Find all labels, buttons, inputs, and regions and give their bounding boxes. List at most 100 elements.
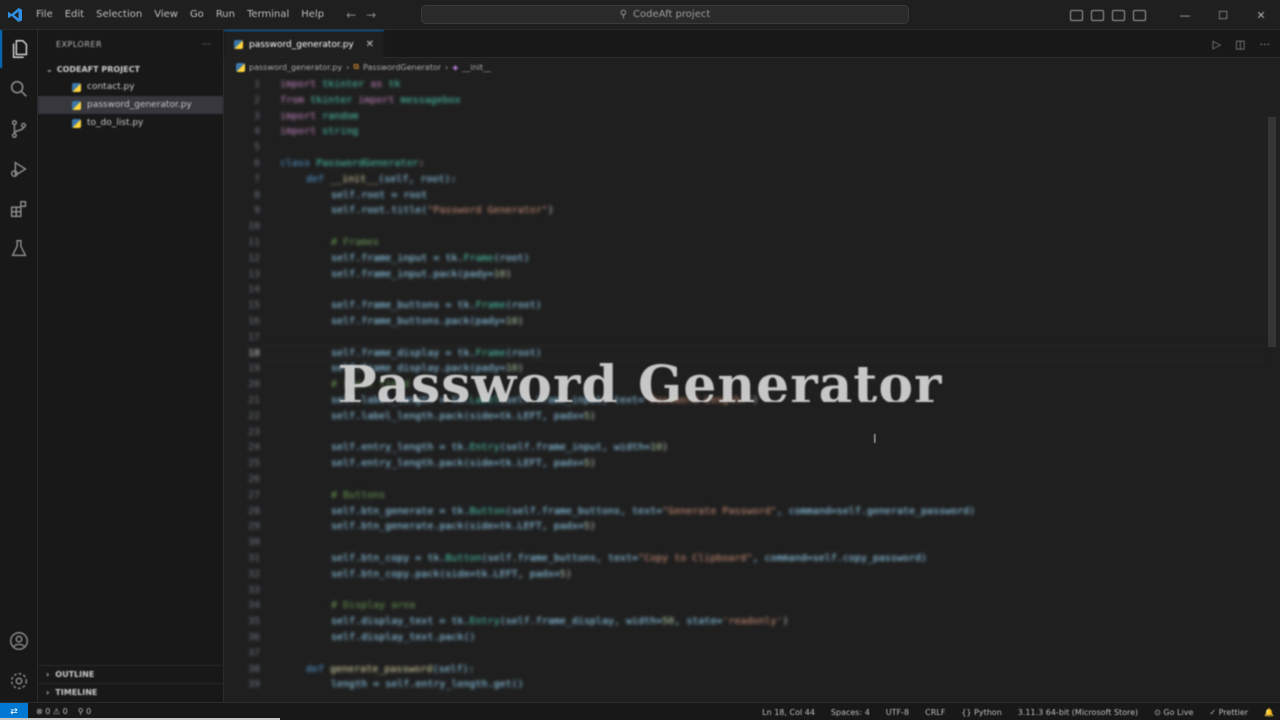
breadcrumb: password_generator.py › ⧉ PasswordGenera… bbox=[224, 58, 1280, 76]
chevron-right-icon: › bbox=[46, 670, 50, 679]
line-number: 33 bbox=[247, 584, 260, 596]
line-number: 32 bbox=[247, 568, 260, 580]
outline-section[interactable]: › OUTLINE bbox=[38, 665, 224, 683]
customize-layout-icon[interactable] bbox=[1133, 9, 1146, 21]
line-number: 28 bbox=[247, 505, 260, 517]
python-file-icon bbox=[72, 100, 81, 110]
menu-terminal[interactable]: Terminal bbox=[241, 0, 295, 30]
end-of-line[interactable]: CRLF bbox=[925, 708, 945, 717]
manage-gear-icon[interactable] bbox=[0, 662, 38, 700]
more-actions-icon[interactable]: ··· bbox=[1260, 38, 1271, 51]
run-python-file-icon[interactable]: ▷ bbox=[1213, 38, 1221, 51]
menu-file[interactable]: File bbox=[30, 0, 59, 30]
explorer-sidebar: EXPLORER ··· ⌄ CODEAFT PROJECT contact.p… bbox=[38, 30, 224, 702]
problems-indicator[interactable]: ⊗ 0 ⚠ 0 bbox=[36, 707, 68, 716]
line-number: 35 bbox=[247, 616, 260, 628]
source-control-icon[interactable] bbox=[0, 110, 38, 148]
run-and-debug-icon[interactable] bbox=[0, 150, 38, 188]
menu-help[interactable]: Help bbox=[295, 0, 330, 30]
notifications-bell-icon[interactable]: 🔔 bbox=[1264, 708, 1274, 717]
status-bar: ⇄ ⊗ 0 ⚠ 0 ⚲ 0 Ln 18, Col 44 Spaces: 4 UT… bbox=[0, 702, 1280, 720]
line-number: 25 bbox=[247, 458, 260, 470]
code-line: 15 self.frame_buttons = tk.Frame(root) bbox=[224, 298, 1264, 314]
search-icon: ⚲ bbox=[619, 9, 628, 20]
toggle-primary-sidebar-icon[interactable] bbox=[1070, 9, 1083, 21]
menu-view[interactable]: View bbox=[148, 0, 184, 30]
encoding[interactable]: UTF-8 bbox=[886, 708, 909, 717]
close-tab-icon[interactable]: ✕ bbox=[366, 39, 374, 50]
go-live-button[interactable]: ⊙ Go Live bbox=[1154, 708, 1193, 717]
chevron-down-icon: ⌄ bbox=[46, 64, 53, 74]
breadcrumb-file[interactable]: password_generator.py bbox=[249, 63, 342, 72]
line-number: 17 bbox=[247, 331, 260, 343]
explorer-icon[interactable] bbox=[0, 30, 38, 68]
line-number: 11 bbox=[247, 237, 260, 248]
menu-go[interactable]: Go bbox=[184, 0, 210, 30]
split-editor-icon[interactable]: ◫ bbox=[1235, 38, 1245, 51]
code-line: 5 bbox=[224, 140, 1264, 156]
forward-arrow-icon[interactable]: → bbox=[366, 8, 376, 22]
python-file-icon bbox=[72, 118, 81, 128]
code-line: 39 length = self.entry_length.get() bbox=[224, 677, 1264, 693]
breadcrumb-class[interactable]: PasswordGenerator bbox=[363, 63, 441, 72]
line-number: 31 bbox=[247, 553, 260, 564]
breadcrumb-method[interactable]: __init__ bbox=[462, 63, 491, 72]
menu-run[interactable]: Run bbox=[210, 0, 241, 30]
vscode-logo-icon bbox=[0, 0, 30, 30]
project-folder[interactable]: ⌄ CODEAFT PROJECT bbox=[38, 60, 223, 78]
minimize-icon[interactable]: — bbox=[1166, 9, 1204, 22]
account-icon[interactable] bbox=[0, 622, 38, 660]
code-line: 17 bbox=[224, 330, 1264, 346]
code-line: 16 self.frame_buttons.pack(pady=10) bbox=[224, 314, 1264, 330]
python-interpreter[interactable]: 3.11.3 64-bit (Microsoft Store) bbox=[1018, 708, 1138, 717]
prettier-status[interactable]: ✓ Prettier bbox=[1209, 708, 1248, 717]
maximize-icon[interactable]: ☐ bbox=[1204, 9, 1242, 22]
close-window-icon[interactable]: ✕ bbox=[1242, 9, 1280, 22]
line-number: 4 bbox=[253, 126, 260, 138]
more-actions-icon[interactable]: ··· bbox=[202, 40, 211, 49]
language-mode[interactable]: {} Python bbox=[961, 708, 1001, 717]
file-item-selected[interactable]: password_generator.py bbox=[38, 96, 223, 114]
file-item[interactable]: to_do_list.py bbox=[38, 114, 223, 132]
code-line: 24 self.entry_length = tk.Entry(self.fram… bbox=[224, 440, 1264, 456]
explorer-title: EXPLORER bbox=[56, 39, 102, 49]
chevron-right-icon: › bbox=[346, 62, 350, 72]
toggle-secondary-sidebar-icon[interactable] bbox=[1112, 9, 1125, 21]
code-line: 38 def generate_password(self): bbox=[224, 662, 1264, 678]
extensions-icon[interactable] bbox=[0, 190, 38, 228]
indentation[interactable]: Spaces: 4 bbox=[831, 708, 870, 717]
line-number: 34 bbox=[247, 600, 260, 612]
line-number: 24 bbox=[247, 442, 260, 454]
line-number: 30 bbox=[247, 537, 260, 549]
toggle-panel-icon[interactable] bbox=[1091, 9, 1104, 21]
code-line: 2 from tkinter import messagebox bbox=[224, 93, 1264, 109]
line-number: 5 bbox=[253, 142, 260, 154]
menu-edit[interactable]: Edit bbox=[59, 0, 90, 30]
navigation-arrows: ← → bbox=[346, 8, 376, 22]
code-line: 8 self.root = root bbox=[224, 188, 1264, 204]
code-line: 6 class PasswordGenerator: bbox=[224, 156, 1264, 172]
timeline-section[interactable]: › TIMELINE bbox=[38, 683, 224, 701]
code-line: 7 def __init__(self, root): bbox=[224, 172, 1264, 188]
command-center[interactable]: ⚲ CodeAft project bbox=[421, 5, 909, 24]
tab-password-generator[interactable]: password_generator.py ✕ bbox=[224, 30, 384, 58]
menu-selection[interactable]: Selection bbox=[90, 0, 148, 30]
scrollbar-thumb[interactable] bbox=[1268, 117, 1276, 347]
command-center-label: CodeAft project bbox=[633, 9, 711, 20]
code-line: 4 import string bbox=[224, 124, 1264, 140]
line-number: 15 bbox=[247, 300, 260, 312]
line-number: 3 bbox=[253, 110, 260, 122]
cursor-position[interactable]: Ln 18, Col 44 bbox=[762, 708, 815, 717]
code-line: 33 bbox=[224, 583, 1264, 599]
testing-icon[interactable] bbox=[0, 230, 38, 268]
line-number: 12 bbox=[247, 252, 260, 264]
line-number: 6 bbox=[253, 158, 260, 169]
ports-indicator[interactable]: ⚲ 0 bbox=[78, 707, 92, 716]
file-item[interactable]: contact.py bbox=[38, 78, 223, 96]
vertical-scrollbar[interactable] bbox=[1266, 77, 1278, 702]
back-arrow-icon[interactable]: ← bbox=[346, 8, 356, 22]
search-icon[interactable] bbox=[0, 70, 38, 108]
code-line: 28 self.btn_generate = tk.Button(self.fra… bbox=[224, 504, 1264, 520]
code-line: 13 self.frame_input.pack(pady=10) bbox=[224, 267, 1264, 283]
code-line: 36 self.display_text.pack() bbox=[224, 630, 1264, 646]
